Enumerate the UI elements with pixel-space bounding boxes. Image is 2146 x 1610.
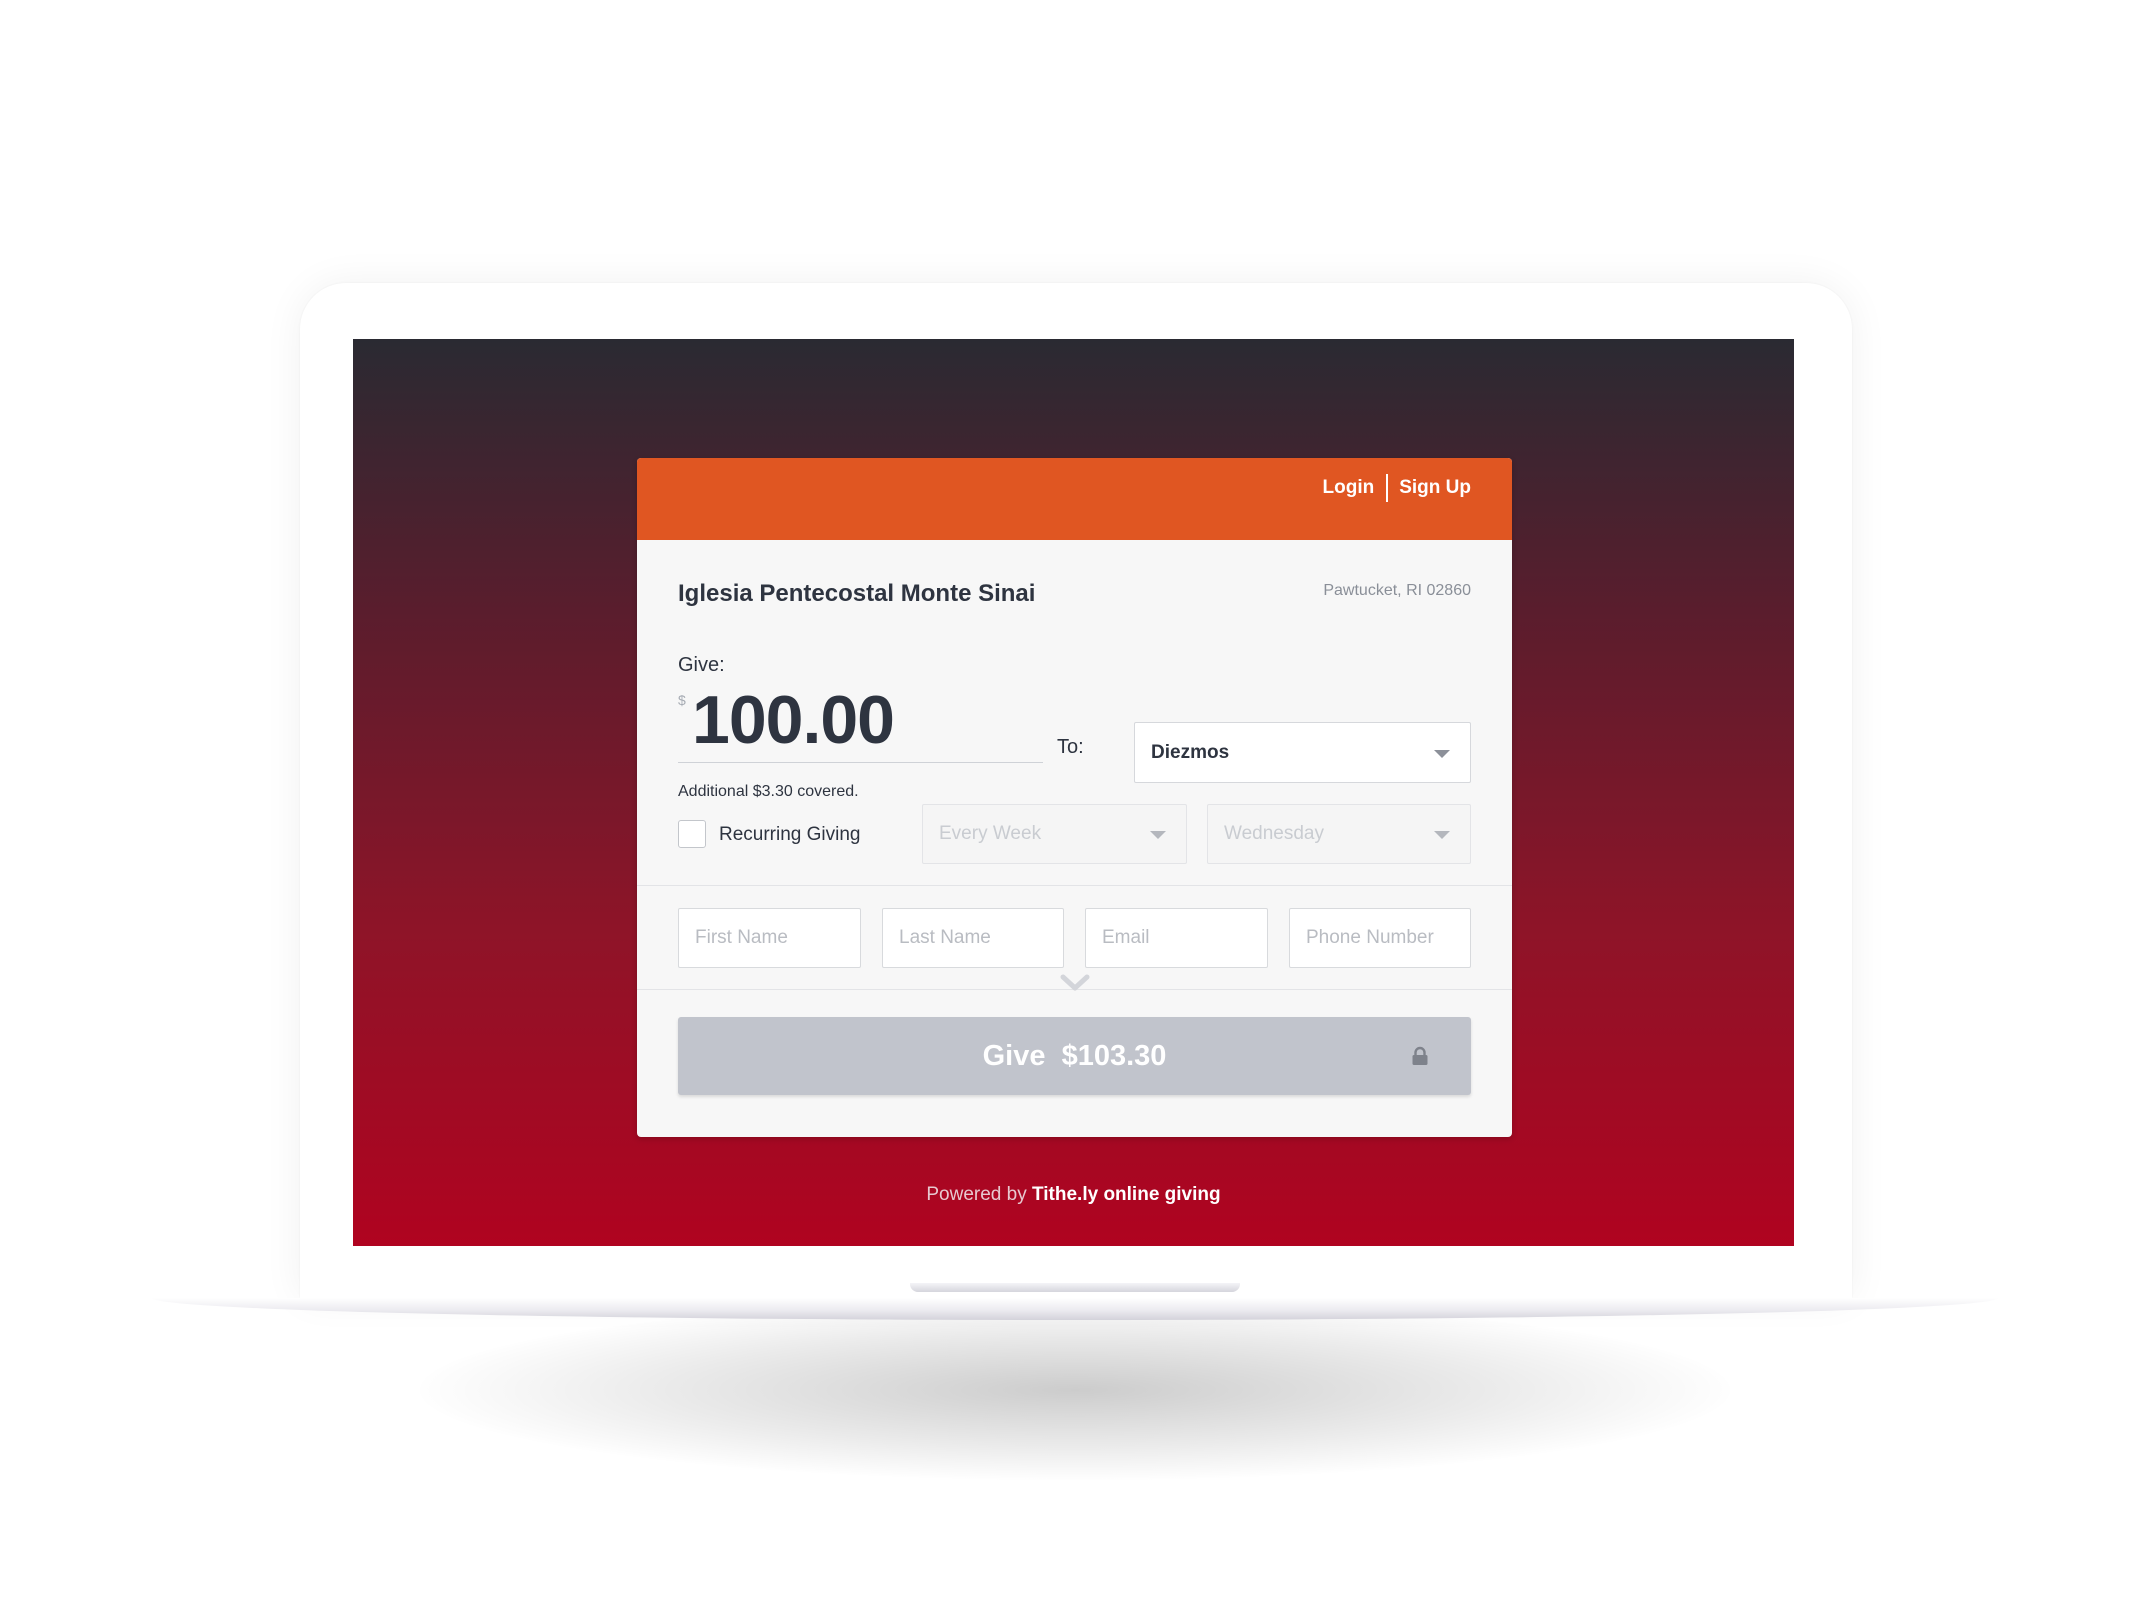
first-name-input[interactable] — [678, 908, 861, 968]
give-button-label: Give — [982, 1039, 1046, 1072]
church-name: Iglesia Pentecostal Monte Sinai — [678, 580, 1036, 607]
card-header: Login Sign Up — [637, 458, 1512, 540]
fund-select[interactable]: Diezmos — [1134, 722, 1471, 783]
frequency-select[interactable]: Every Week — [922, 804, 1187, 864]
recurring-label[interactable]: Recurring Giving — [719, 824, 861, 846]
laptop-shadow — [420, 1300, 1730, 1480]
day-select[interactable]: Wednesday — [1207, 804, 1471, 864]
powered-by-prefix: Powered by — [926, 1184, 1027, 1205]
frequency-select-value: Every Week — [939, 823, 1042, 844]
laptop-screen: Login Sign Up Iglesia Pentecostal Monte … — [353, 339, 1794, 1246]
give-button-total: $103.30 — [1061, 1039, 1167, 1072]
fund-select-value: Diezmos — [1151, 741, 1230, 763]
caret-down-icon — [1434, 749, 1450, 758]
lock-icon — [1412, 1046, 1428, 1065]
page: Login Sign Up Iglesia Pentecostal Monte … — [0, 0, 2146, 1610]
caret-down-icon — [1434, 831, 1450, 839]
login-link[interactable]: Login — [1323, 477, 1375, 499]
powered-by: Powered by Tithe.ly online giving — [353, 1184, 1794, 1206]
giving-form-card: Login Sign Up Iglesia Pentecostal Monte … — [637, 458, 1512, 1137]
phone-number-input[interactable] — [1289, 908, 1471, 968]
caret-down-icon — [1150, 831, 1166, 839]
to-label: To: — [1057, 736, 1084, 758]
amount-field[interactable]: $ 100.00 — [678, 680, 1043, 763]
day-select-value: Wednesday — [1224, 823, 1324, 844]
give-submit-button[interactable]: Give $103.30 — [678, 1017, 1471, 1095]
signup-link[interactable]: Sign Up — [1399, 477, 1471, 499]
laptop-base — [152, 1298, 1998, 1320]
auth-divider — [1386, 474, 1389, 502]
fee-covered-text: Additional $3.30 covered. — [678, 783, 859, 800]
auth-links: Login Sign Up — [1323, 474, 1471, 502]
chevron-down-icon[interactable] — [1060, 974, 1090, 992]
currency-symbol: $ — [678, 692, 686, 708]
email-input[interactable] — [1085, 908, 1268, 968]
tithely-link[interactable]: Tithe.ly online giving — [1032, 1184, 1221, 1205]
give-label: Give: — [678, 654, 725, 676]
section-divider — [637, 885, 1512, 886]
last-name-input[interactable] — [882, 908, 1064, 968]
recurring-checkbox[interactable] — [678, 820, 706, 848]
church-location: Pawtucket, RI 02860 — [1323, 582, 1471, 599]
laptop-notch — [910, 1283, 1240, 1292]
amount-value[interactable]: 100.00 — [692, 686, 895, 754]
